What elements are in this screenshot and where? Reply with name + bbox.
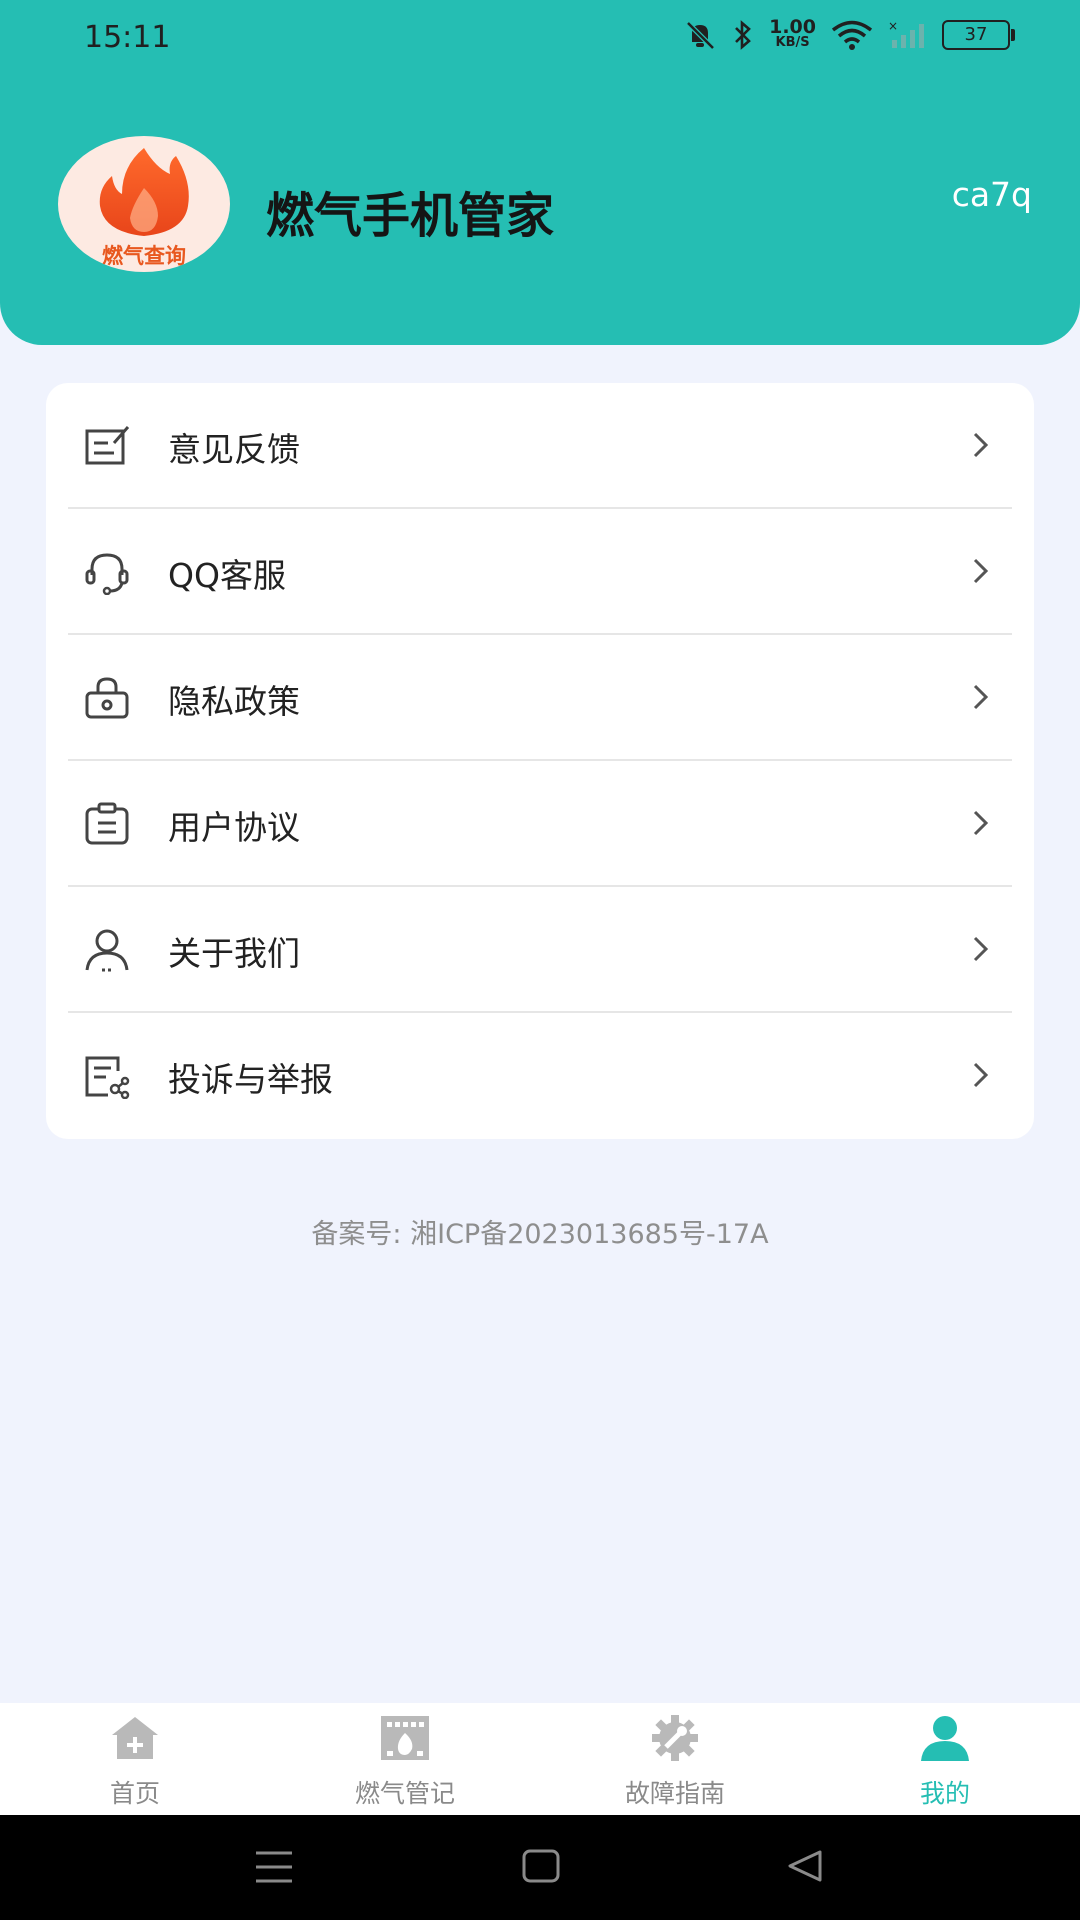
chevron-right-icon bbox=[973, 558, 989, 584]
chevron-right-icon bbox=[973, 810, 989, 836]
avatar-caption: 燃气查询 bbox=[102, 244, 186, 268]
home-square-icon[interactable] bbox=[522, 1849, 560, 1883]
clipboard-icon bbox=[85, 802, 129, 845]
tab-mine[interactable]: 我的 bbox=[810, 1703, 1080, 1815]
bluetooth-icon bbox=[735, 20, 752, 50]
svg-text:×: × bbox=[888, 20, 898, 33]
tab-fault-guide[interactable]: 故障指南 bbox=[540, 1703, 810, 1815]
tab-home[interactable]: 首页 bbox=[0, 1703, 270, 1815]
tab-gas-notes[interactable]: 燃气管记 bbox=[270, 1703, 540, 1815]
status-bar: 15:11 1.00 KB/S × 37 bbox=[0, 0, 1080, 78]
lock-icon bbox=[85, 677, 129, 719]
net-speed: 1.00 KB/S bbox=[769, 16, 816, 51]
app-title: 燃气手机管家 bbox=[266, 188, 555, 244]
net-speed-value: 1.00 bbox=[769, 16, 816, 38]
system-navigation-bar bbox=[0, 1815, 1080, 1920]
menu-item-about-us[interactable]: 关于我们 bbox=[46, 887, 1034, 1013]
menu-item-feedback[interactable]: 意见反馈 bbox=[46, 383, 1034, 509]
menu-item-privacy[interactable]: 隐私政策 bbox=[46, 635, 1034, 761]
menu-item-qq-service[interactable]: QQ客服 bbox=[46, 509, 1034, 635]
headset-icon bbox=[85, 553, 129, 595]
profile-header: 15:11 1.00 KB/S × 37 燃气查询 燃气手机管家 ca7q bbox=[0, 0, 1080, 345]
menu-item-user-agreement[interactable]: 用户协议 bbox=[46, 761, 1034, 887]
profile-icon bbox=[921, 1716, 969, 1761]
menu-icon[interactable] bbox=[254, 1849, 294, 1885]
wrench-gear-icon bbox=[652, 1715, 698, 1761]
chevron-right-icon bbox=[973, 1062, 989, 1088]
user-code: ca7q bbox=[951, 175, 1032, 214]
signal-icon: × bbox=[888, 20, 924, 48]
status-time: 15:11 bbox=[84, 20, 171, 55]
mute-bell-icon bbox=[686, 21, 715, 50]
tab-label: 故障指南 bbox=[624, 1779, 725, 1808]
chevron-right-icon bbox=[973, 432, 989, 458]
wifi-icon bbox=[831, 20, 873, 50]
report-icon bbox=[85, 1056, 130, 1099]
menu-item-label: 意见反馈 bbox=[168, 430, 300, 469]
stove-icon bbox=[381, 1716, 429, 1760]
menu-item-label: 投诉与举报 bbox=[168, 1060, 333, 1099]
bottom-tab-bar: 首页 燃气管记 故障指南 我的 bbox=[0, 1703, 1080, 1815]
menu-item-label: QQ客服 bbox=[168, 556, 286, 595]
tab-label: 我的 bbox=[919, 1779, 970, 1808]
feedback-icon bbox=[85, 426, 130, 465]
icp-record: 备案号: 湘ICP备2023013685号-17A bbox=[311, 1219, 769, 1250]
battery-indicator: 37 bbox=[942, 20, 1015, 50]
chevron-right-icon bbox=[973, 936, 989, 962]
menu-item-complaint-report[interactable]: 投诉与举报 bbox=[46, 1013, 1034, 1139]
chevron-right-icon bbox=[973, 684, 989, 710]
menu-item-label: 隐私政策 bbox=[168, 682, 300, 721]
menu-item-label: 关于我们 bbox=[168, 934, 300, 973]
menu-item-label: 用户协议 bbox=[168, 808, 300, 847]
app-avatar[interactable]: 燃气查询 bbox=[58, 136, 230, 272]
net-speed-unit: KB/S bbox=[775, 35, 810, 50]
home-icon bbox=[112, 1717, 158, 1759]
tab-label: 燃气管记 bbox=[354, 1779, 455, 1808]
user-icon bbox=[85, 929, 129, 972]
tab-label: 首页 bbox=[109, 1779, 160, 1808]
status-icons: 1.00 KB/S × 37 bbox=[683, 16, 1015, 52]
back-icon[interactable] bbox=[786, 1849, 824, 1883]
settings-menu: 意见反馈 QQ客服 隐私政策 用户协议 关于我们 投诉与举报 bbox=[46, 383, 1034, 1139]
